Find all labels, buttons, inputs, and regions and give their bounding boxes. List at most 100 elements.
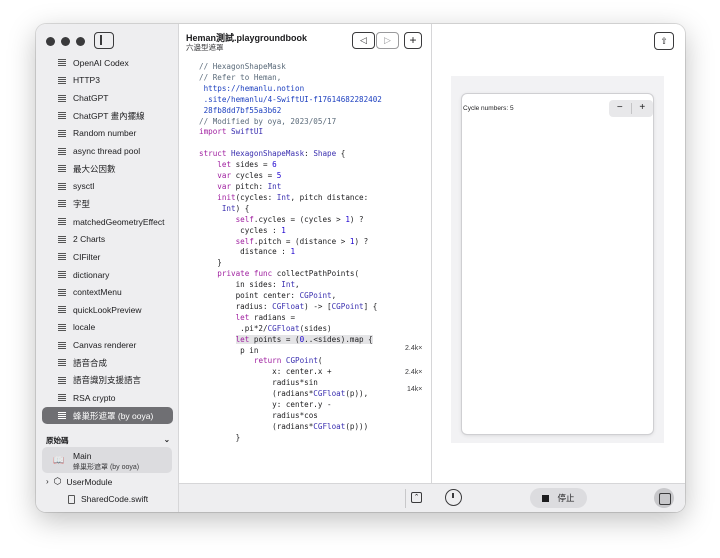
hexagon-cell — [614, 382, 644, 410]
code-line[interactable]: let radians = — [199, 313, 382, 324]
sidebar-item[interactable]: ChatGPT — [36, 89, 179, 107]
code-line[interactable]: import SwiftUI — [199, 127, 382, 138]
result-hint[interactable]: 2.4k× — [405, 345, 422, 352]
sidebar-item[interactable]: dictionary — [36, 266, 179, 284]
sidebar-item[interactable]: 蜂巢形遮罩 (by ooya) — [42, 406, 173, 425]
sidebar-item[interactable]: Random number — [36, 125, 179, 143]
sidebar-toggle-icon[interactable] — [94, 32, 114, 49]
file-icon — [68, 494, 75, 504]
code-line[interactable]: .site/hemanlu/4-SwiftUI-f17614682282402 — [199, 95, 382, 106]
code-line[interactable]: init(cycles: Int, pitch distance: — [199, 193, 382, 204]
code-line[interactable]: x: center.x + — [199, 367, 382, 378]
hexagon-cell — [535, 215, 570, 245]
sidebar-item[interactable]: 語音合成 — [36, 354, 179, 372]
page-lines-icon — [58, 376, 66, 384]
hexagon-cell — [535, 276, 570, 306]
code-line[interactable]: 28fb8dd7bf55a3b62 — [199, 106, 382, 117]
result-hint[interactable]: 2.4k× — [405, 369, 422, 376]
sidebar-item-label: async thread pool — [73, 146, 141, 157]
source-main-subtitle: 蜂巢形遮罩 (by ooya) — [73, 464, 140, 471]
sidebar-item[interactable]: contextMenu — [36, 283, 179, 301]
sidebar-item[interactable]: CIFilter — [36, 248, 179, 266]
sidebar-item[interactable]: HTTP3 — [36, 72, 179, 90]
sidebar-item[interactable]: Canvas renderer — [36, 336, 179, 354]
code-line[interactable]: cycles : 1 — [199, 226, 382, 237]
sidebar-item[interactable]: 最大公因數 — [36, 160, 179, 178]
code-line[interactable]: Int) { — [199, 204, 382, 215]
share-button[interactable]: ⇧ — [654, 32, 674, 50]
code-line[interactable]: private func collectPathPoints( — [199, 269, 382, 280]
page-lines-icon — [58, 147, 66, 155]
stepper-minus-button[interactable]: − — [609, 100, 631, 117]
sidebar-item[interactable]: 語音識別支援語言 — [36, 372, 179, 390]
sidebar-item[interactable]: 2 Charts — [36, 230, 179, 248]
code-line[interactable]: struct HexagonShapeMask: Shape { — [199, 149, 382, 160]
code-line[interactable]: distance : 1 — [199, 247, 382, 258]
code-line[interactable]: self.pitch = (distance > 1) ? — [199, 237, 382, 248]
previous-page-button[interactable]: ◁ — [352, 32, 375, 49]
code-line[interactable] — [199, 138, 382, 149]
minimize-window-button[interactable] — [61, 37, 70, 46]
sidebar-item[interactable]: matchedGeometryEffect — [36, 213, 179, 231]
code-line[interactable]: } — [199, 258, 382, 269]
sidebar-item-label: quickLookPreview — [73, 304, 142, 315]
collapse-up-icon[interactable]: ⌃ — [411, 492, 422, 503]
code-line[interactable]: .pi*2/CGFloat(sides) — [199, 324, 382, 335]
code-line[interactable]: p in — [199, 346, 382, 357]
shared-code-item[interactable]: SharedCode.swift — [68, 494, 148, 504]
hexagon-cell — [588, 185, 623, 215]
code-line[interactable]: in sides: Int, — [199, 280, 382, 291]
user-module-item[interactable]: › ⬡ UserModule — [46, 476, 112, 487]
code-text[interactable]: // HexagonShapeMask// Refer to Heman, ht… — [199, 62, 382, 444]
sidebar-item[interactable]: async thread pool — [36, 142, 179, 160]
result-hint[interactable]: 14k× — [407, 386, 422, 393]
code-line[interactable]: // HexagonShapeMask — [199, 62, 382, 73]
code-line[interactable]: radius: CGFloat) -> [CGPoint] { — [199, 302, 382, 313]
code-line[interactable]: // Modified by oya, 2023/05/17 — [199, 117, 382, 128]
code-line[interactable]: var pitch: Int — [199, 182, 382, 193]
source-main-item[interactable]: 📖 Main 蜂巢形遮罩 (by ooya) — [42, 447, 172, 473]
console-icon[interactable] — [654, 488, 674, 508]
code-line[interactable]: radius*sin — [199, 378, 382, 389]
stop-button[interactable]: 停止 — [530, 488, 587, 508]
code-line[interactable]: (radians*CGFloat(p)), — [199, 389, 382, 400]
close-window-button[interactable] — [46, 37, 55, 46]
cycle-stepper[interactable]: − + — [609, 100, 653, 117]
stepper-plus-button[interactable]: + — [632, 100, 654, 117]
hexagon-cell — [588, 154, 623, 185]
code-line[interactable]: self.cycles = (cycles > 1) ? — [199, 215, 382, 226]
code-line[interactable]: radius*cos — [199, 411, 382, 422]
sidebar-item[interactable]: locale — [36, 319, 179, 337]
code-line[interactable]: } — [199, 433, 382, 444]
hexagon-cell — [509, 291, 544, 321]
playground-window: OpenAI Codex HTTP3 ChatGPT ChatGPT 畫內擺線 Rand… — [36, 24, 685, 512]
sidebar-item[interactable]: sysctl — [36, 177, 179, 195]
page-lines-icon — [58, 306, 66, 313]
sidebar-item-label: matchedGeometryEffect — [73, 216, 165, 227]
sidebar-item[interactable]: quickLookPreview — [36, 301, 179, 319]
code-line[interactable]: https://hemanlu.notion — [199, 84, 382, 95]
code-line[interactable]: var cycles = 5 — [199, 171, 382, 182]
add-button[interactable]: + — [404, 32, 422, 49]
speed-gauge-icon[interactable] — [445, 489, 462, 506]
hexagon-cell — [614, 200, 644, 230]
sidebar-item[interactable]: RSA crypto — [36, 389, 179, 407]
source-section-header[interactable]: 原始碼 ⌄ — [46, 435, 170, 446]
sidebar-item[interactable]: 字型 — [36, 195, 179, 213]
zoom-window-button[interactable] — [76, 37, 85, 46]
code-line[interactable]: point center: CGPoint, — [199, 291, 382, 302]
sidebar-item[interactable]: ChatGPT 畫內擺線 — [36, 107, 179, 125]
chevron-right-icon: › — [46, 477, 49, 486]
code-line[interactable]: // Refer to Heman, — [199, 73, 382, 84]
next-page-button[interactable]: ▷ — [376, 32, 399, 49]
code-line[interactable]: y: center.y - — [199, 400, 382, 411]
page-lines-icon — [58, 394, 66, 401]
code-line[interactable]: let sides = 6 — [199, 160, 382, 171]
hexagon-cell — [509, 382, 544, 410]
code-line[interactable]: let points = (0..<sides).map { — [199, 334, 382, 346]
sidebar-item[interactable]: OpenAI Codex — [36, 54, 179, 72]
sidebar-list: OpenAI Codex HTTP3 ChatGPT ChatGPT 畫內擺線 Rand… — [36, 54, 179, 425]
hexagon-cell — [535, 154, 570, 185]
code-line[interactable]: (radians*CGFloat(p))) — [199, 422, 382, 433]
code-line[interactable]: return CGPoint( — [199, 356, 382, 367]
